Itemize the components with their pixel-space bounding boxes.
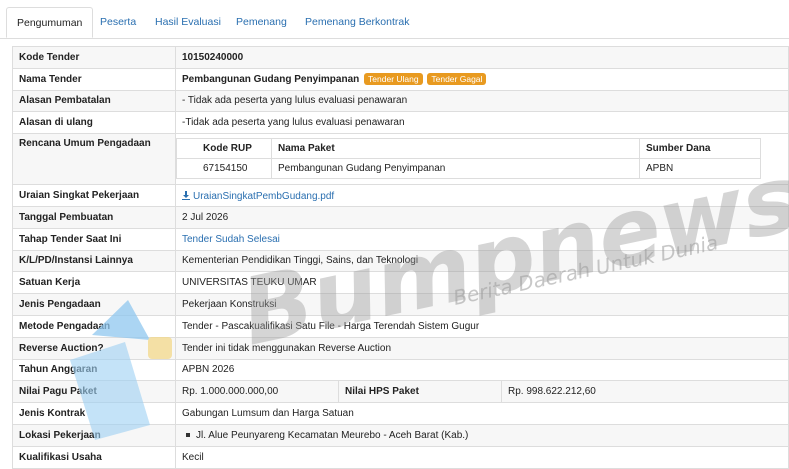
uraian-label: Uraian Singkat Pekerjaan xyxy=(12,184,176,207)
tahap-label: Tahap Tender Saat Ini xyxy=(12,227,176,251)
uraian-download-link[interactable]: UraianSingkatPembGudang.pdf xyxy=(182,190,334,202)
rup-nama-value: Pembangunan Gudang Penyimpanan xyxy=(271,158,640,180)
tab-hasil-evaluasi[interactable]: Hasil Evaluasi xyxy=(145,7,231,38)
row-nama-tender: Nama Tender Pembangunan Gudang Penyimpan… xyxy=(12,67,789,91)
tender-info-table: Kode Tender 10150240000 Nama Tender Pemb… xyxy=(12,46,789,469)
row-lokasi: Lokasi Pekerjaan Jl. Alue Peunyareng Kec… xyxy=(12,423,789,447)
badge-tender-gagal: Tender Gagal xyxy=(427,73,487,86)
download-icon xyxy=(182,190,190,200)
tanggal-label: Tanggal Pembuatan xyxy=(12,205,176,229)
rup-header-kode: Kode RUP xyxy=(176,138,272,160)
row-kode-tender: Kode Tender 10150240000 xyxy=(12,46,789,69)
rup-header-nama: Nama Paket xyxy=(271,138,640,160)
row-kualifikasi: Kualifikasi Usaha Kecil xyxy=(12,445,789,469)
metode-label: Metode Pengadaan xyxy=(12,314,176,338)
nama-tender-value: Pembangunan Gudang Penyimpanan xyxy=(182,74,360,86)
tahun-anggaran-value: APBN 2026 xyxy=(175,358,789,382)
row-metode: Metode Pengadaan Tender - Pascakualifika… xyxy=(12,314,789,338)
tahap-cell: Tender Sudah Selesai xyxy=(175,227,789,251)
bullet-icon xyxy=(186,432,190,437)
alasan-pembatalan-label: Alasan Pembatalan xyxy=(12,89,176,113)
row-reverse-auction: Reverse Auction? Tender ini tidak menggu… xyxy=(12,336,789,360)
row-jenis-kontrak: Jenis Kontrak Gabungan Lumsum dan Harga … xyxy=(12,402,789,425)
nama-tender-cell: Pembangunan Gudang Penyimpanan Tender Ul… xyxy=(175,67,789,91)
reverse-auction-value: Tender ini tidak menggunakan Reverse Auc… xyxy=(175,336,789,360)
rup-header-sumber: Sumber Dana xyxy=(639,138,761,160)
rup-header-row: Kode RUP Nama Paket Sumber Dana xyxy=(176,138,761,160)
row-uraian: Uraian Singkat Pekerjaan UraianSingkatPe… xyxy=(12,184,789,207)
jenis-kontrak-value: Gabungan Lumsum dan Harga Satuan xyxy=(175,402,789,425)
lokasi-value: Jl. Alue Peunyareng Kecamatan Meurebo - … xyxy=(196,429,469,441)
klpd-value: Kementerian Pendidikan Tinggi, Sains, da… xyxy=(175,249,789,273)
kode-tender-value: 10150240000 xyxy=(175,46,789,69)
jenis-pengadaan-label: Jenis Pengadaan xyxy=(12,293,176,316)
tab-pengumuman[interactable]: Pengumuman xyxy=(6,7,94,38)
nilai-pagu-value: Rp. 1.000.000.000,00 xyxy=(175,380,339,404)
tab-pemenang-berkontrak[interactable]: Pemenang Berkontrak xyxy=(295,7,419,38)
rup-kode-value: 67154150 xyxy=(176,158,272,180)
row-tahun-anggaran: Tahun Anggaran APBN 2026 xyxy=(12,358,789,382)
reverse-auction-label: Reverse Auction? xyxy=(12,336,176,360)
alasan-diulang-value: -Tidak ada peserta yang lulus evaluasi p… xyxy=(175,111,789,135)
row-tanggal: Tanggal Pembuatan 2 Jul 2026 xyxy=(12,205,789,229)
row-alasan-pembatalan: Alasan Pembatalan - Tidak ada peserta ya… xyxy=(12,89,789,113)
kualifikasi-value: Kecil xyxy=(175,445,789,469)
row-jenis-pengadaan: Jenis Pengadaan Pekerjaan Konstruksi xyxy=(12,293,789,316)
uraian-cell: UraianSingkatPembGudang.pdf xyxy=(175,184,789,207)
row-rencana-umum: Rencana Umum Pengadaan Kode RUP Nama Pak… xyxy=(12,133,789,186)
metode-value: Tender - Pascakualifikasi Satu File - Ha… xyxy=(175,314,789,338)
klpd-label: K/L/PD/Instansi Lainnya xyxy=(12,249,176,273)
alasan-pembatalan-value: - Tidak ada peserta yang lulus evaluasi … xyxy=(175,89,789,113)
rup-data-row: 67154150 Pembangunan Gudang Penyimpanan … xyxy=(176,158,761,180)
jenis-pengadaan-value: Pekerjaan Konstruksi xyxy=(175,293,789,316)
satker-value: UNIVERSITAS TEUKU UMAR xyxy=(175,271,789,295)
lokasi-cell: Jl. Alue Peunyareng Kecamatan Meurebo - … xyxy=(175,423,789,447)
lokasi-label: Lokasi Pekerjaan xyxy=(12,423,176,447)
row-nilai-pagu: Nilai Pagu Paket Rp. 1.000.000.000,00 Ni… xyxy=(12,380,789,404)
tanggal-value: 2 Jul 2026 xyxy=(175,205,789,229)
satker-label: Satuan Kerja xyxy=(12,271,176,295)
nama-tender-label: Nama Tender xyxy=(12,67,176,91)
alasan-diulang-label: Alasan di ulang xyxy=(12,111,176,135)
nilai-hps-value: Rp. 998.622.212,60 xyxy=(501,380,789,404)
badge-tender-ulang: Tender Ulang xyxy=(364,73,423,86)
nilai-hps-label: Nilai HPS Paket xyxy=(338,380,502,404)
row-satker: Satuan Kerja UNIVERSITAS TEUKU UMAR xyxy=(12,271,789,295)
tahap-link[interactable]: Tender Sudah Selesai xyxy=(182,234,280,245)
nilai-pagu-label: Nilai Pagu Paket xyxy=(12,380,176,404)
tab-peserta[interactable]: Peserta xyxy=(90,7,146,38)
row-tahap: Tahap Tender Saat Ini Tender Sudah Seles… xyxy=(12,227,789,251)
kualifikasi-label: Kualifikasi Usaha xyxy=(12,445,176,469)
tab-pemenang[interactable]: Pemenang xyxy=(226,7,297,38)
row-alasan-diulang: Alasan di ulang -Tidak ada peserta yang … xyxy=(12,111,789,135)
tahun-anggaran-label: Tahun Anggaran xyxy=(12,358,176,382)
tab-bar: Pengumuman Peserta Hasil Evaluasi Pemena… xyxy=(0,0,789,39)
rup-sumber-value: APBN xyxy=(639,158,761,180)
jenis-kontrak-label: Jenis Kontrak xyxy=(12,402,176,425)
uraian-file-name[interactable]: UraianSingkatPembGudang.pdf xyxy=(193,191,334,202)
rencana-umum-cell: Kode RUP Nama Paket Sumber Dana 67154150… xyxy=(175,133,789,186)
rup-table: Kode RUP Nama Paket Sumber Dana 67154150… xyxy=(176,138,761,180)
row-klpd: K/L/PD/Instansi Lainnya Kementerian Pend… xyxy=(12,249,789,273)
kode-tender-label: Kode Tender xyxy=(12,46,176,69)
rencana-umum-label: Rencana Umum Pengadaan xyxy=(12,133,176,186)
